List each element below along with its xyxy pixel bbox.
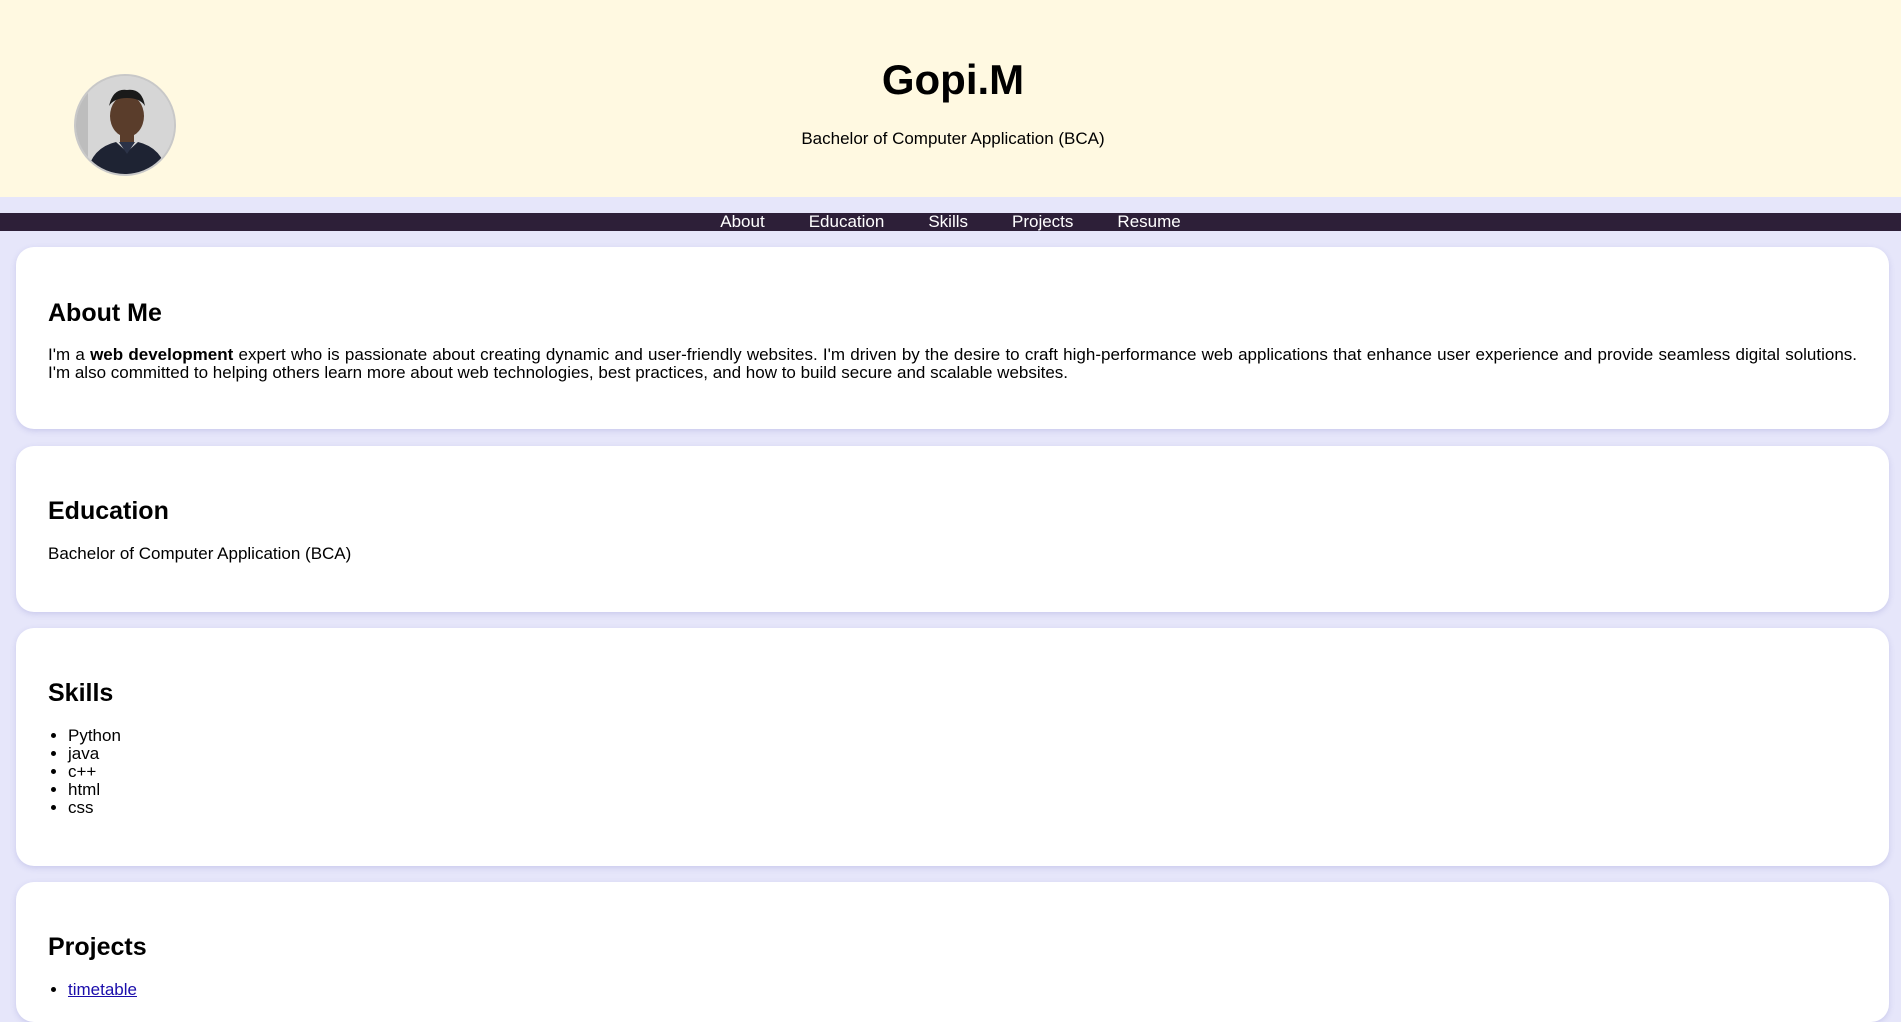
projects-heading: Projects — [48, 933, 147, 961]
education-text: Bachelor of Computer Application (BCA) — [48, 544, 352, 563]
nav-link-education[interactable]: Education — [809, 213, 885, 231]
about-heading: About Me — [48, 299, 162, 327]
page-title: Gopi.M — [881, 56, 1025, 103]
education-section: Education Bachelor of Computer Applicati… — [16, 446, 1889, 612]
about-text-prefix: I'm a — [48, 345, 91, 364]
main-nav: About Education Skills Projects Resume — [0, 213, 1901, 231]
skill-item: Python — [68, 727, 121, 745]
skill-item: css — [68, 799, 121, 817]
skills-list: Python java c++ html css — [68, 727, 121, 817]
projects-section: Projects timetable — [16, 882, 1889, 1022]
about-text-suffix: expert who is passionate about creating … — [48, 345, 1858, 382]
skill-item: java — [68, 745, 121, 763]
about-text-bold: web development — [90, 345, 234, 364]
skill-item: c++ — [68, 763, 121, 781]
page-subtitle: Bachelor of Computer Application (BCA) — [801, 129, 1105, 148]
skill-item: html — [68, 781, 121, 799]
nav-link-skills[interactable]: Skills — [928, 213, 968, 231]
projects-list: timetable — [68, 981, 137, 999]
project-item: timetable — [68, 981, 137, 999]
project-link[interactable]: timetable — [68, 980, 137, 999]
about-section: About Me I'm a web development expert wh… — [16, 247, 1889, 429]
nav-link-resume[interactable]: Resume — [1117, 213, 1180, 231]
skills-heading: Skills — [48, 679, 114, 707]
nav-link-about[interactable]: About — [720, 213, 764, 231]
skills-section: Skills Python java c++ html css — [16, 628, 1889, 866]
about-text: I'm a web development expert who is pass… — [48, 346, 1857, 382]
education-heading: Education — [48, 497, 169, 525]
nav-link-projects[interactable]: Projects — [1012, 213, 1073, 231]
page-header: Gopi.M Bachelor of Computer Application … — [0, 0, 1901, 197]
